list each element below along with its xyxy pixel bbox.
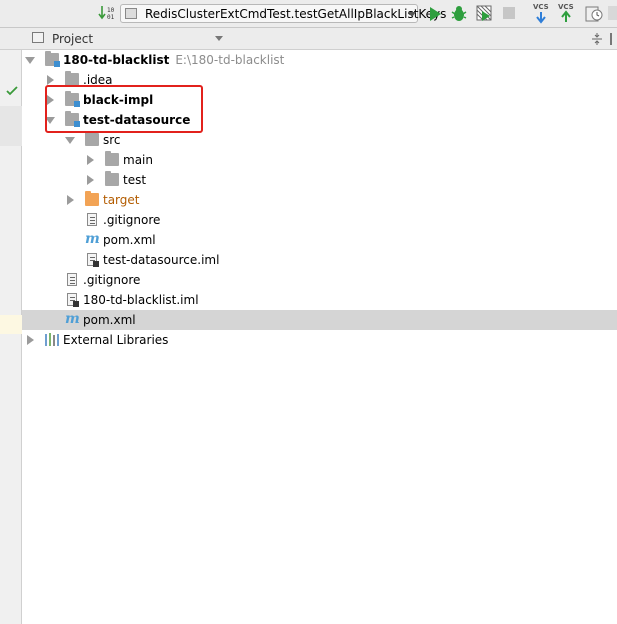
collapse-arrow-icon[interactable] xyxy=(47,75,54,85)
chevron-down-icon xyxy=(408,12,416,17)
folder-icon xyxy=(105,171,119,186)
run-config-dropdown[interactable]: RedisClusterExtCmdTest.testGetAllIpBlack… xyxy=(120,4,446,23)
tree-label-pom: pom.xml xyxy=(103,233,156,247)
collapse-arrow-icon[interactable] xyxy=(87,155,94,165)
vcs-update-icon[interactable]: VCS xyxy=(533,3,551,25)
collapse-arrow-icon[interactable] xyxy=(87,175,94,185)
tree-label-iml: test-datasource.iml xyxy=(103,253,220,267)
check-icon xyxy=(6,85,18,99)
tree-label-main: main xyxy=(123,153,153,167)
tree-node-external-libraries[interactable]: External Libraries xyxy=(22,330,617,350)
editor-gutter xyxy=(0,28,22,624)
run-icon[interactable] xyxy=(428,6,442,25)
tree-label-gitignore-root: .gitignore xyxy=(83,273,141,287)
history-icon[interactable] xyxy=(585,4,603,26)
collapse-arrow-icon[interactable] xyxy=(67,195,74,205)
tree-label-target: target xyxy=(103,193,140,207)
gutter-header xyxy=(0,28,22,50)
tree-node-pom[interactable]: m pom.xml xyxy=(22,230,617,250)
svg-text:10: 10 xyxy=(107,7,115,14)
gutter-current-line xyxy=(0,315,22,334)
folder-icon xyxy=(105,151,119,166)
project-tree: 180-td-blacklist E:\180-td-blacklist .ide… xyxy=(22,50,617,624)
gutter-highlight xyxy=(0,106,22,146)
collapse-arrow-icon[interactable] xyxy=(27,335,34,345)
highlight-annotation-box xyxy=(45,85,203,133)
module-file-icon xyxy=(87,253,99,267)
tree-node-gitignore[interactable]: .gitignore xyxy=(22,210,617,230)
project-panel-title[interactable]: Project xyxy=(52,32,93,46)
module-file-icon xyxy=(67,293,79,307)
text-file-icon xyxy=(67,273,77,286)
tree-label-iml-root: 180-td-blacklist.iml xyxy=(83,293,199,307)
collapse-all-icon[interactable] xyxy=(591,32,603,49)
maven-icon: m xyxy=(65,311,80,327)
expand-arrow-icon[interactable] xyxy=(65,137,75,144)
vcs-commit-icon[interactable]: VCS xyxy=(558,3,576,25)
text-file-icon xyxy=(87,213,97,226)
chevron-down-icon[interactable] xyxy=(215,36,223,41)
tree-node-src[interactable]: src xyxy=(22,130,617,150)
tree-node-target[interactable]: target xyxy=(22,190,617,210)
sort-icon[interactable]: 10 01 xyxy=(98,4,116,22)
tree-node-test[interactable]: test xyxy=(22,170,617,190)
tree-node-main[interactable]: main xyxy=(22,150,617,170)
expand-arrow-icon[interactable] xyxy=(25,57,35,64)
run-with-coverage-icon[interactable] xyxy=(476,5,493,25)
tree-node-iml[interactable]: test-datasource.iml xyxy=(22,250,617,270)
tree-node-root[interactable]: 180-td-blacklist E:\180-td-blacklist xyxy=(22,50,617,70)
svg-text:01: 01 xyxy=(107,14,115,21)
excluded-folder-icon xyxy=(85,191,99,206)
tree-node-pom-root[interactable]: m pom.xml xyxy=(22,310,617,330)
debug-icon[interactable] xyxy=(451,5,467,25)
library-icon xyxy=(45,333,61,349)
project-icon xyxy=(32,32,44,43)
tree-label-external-libraries: External Libraries xyxy=(63,333,169,347)
tree-label-test: test xyxy=(123,173,147,187)
main-toolbar: 10 01 RedisClusterExtCmdTest.testGetAllI… xyxy=(0,0,617,28)
folder-icon xyxy=(85,131,99,146)
hide-panel-icon[interactable] xyxy=(610,33,617,45)
tree-node-gitignore-root[interactable]: .gitignore xyxy=(22,270,617,290)
project-panel-header: Project xyxy=(22,28,617,50)
tree-node-iml-root[interactable]: 180-td-blacklist.iml xyxy=(22,290,617,310)
toolbar-edge xyxy=(608,6,617,20)
module-folder-icon xyxy=(45,51,60,67)
root-path: E:\180-td-blacklist xyxy=(175,53,285,67)
tree-label-pom-root: pom.xml xyxy=(83,313,136,327)
junit-icon xyxy=(125,8,137,19)
stop-icon[interactable] xyxy=(503,7,515,19)
tree-label-gitignore: .gitignore xyxy=(103,213,161,227)
run-config-label: RedisClusterExtCmdTest.testGetAllIpBlack… xyxy=(145,7,447,21)
tree-label-root: 180-td-blacklist E:\180-td-blacklist xyxy=(63,53,285,67)
tree-label-src: src xyxy=(103,133,121,147)
maven-icon: m xyxy=(85,231,100,247)
